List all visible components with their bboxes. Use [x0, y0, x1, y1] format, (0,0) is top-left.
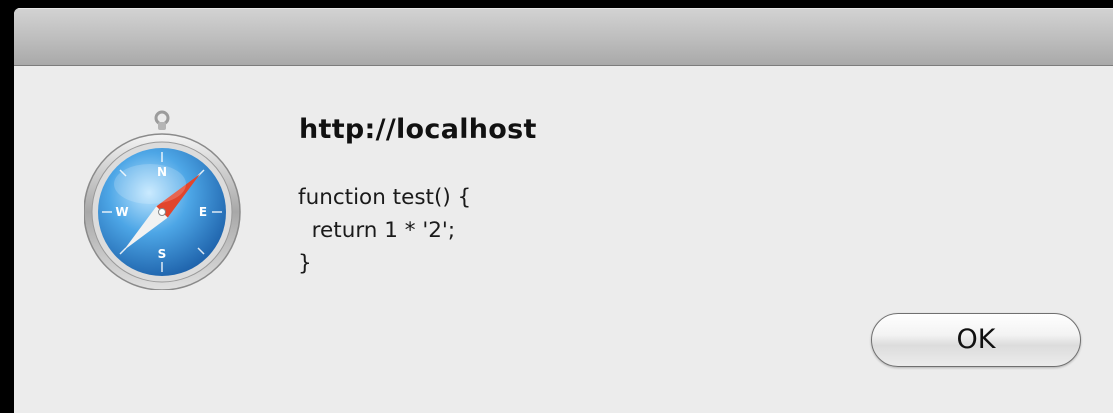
svg-text:W: W — [115, 205, 128, 219]
dialog-titlebar[interactable] — [14, 8, 1113, 66]
alert-dialog: N S W E http://localhost function test()… — [14, 8, 1113, 413]
safari-compass-icon: N S W E — [83, 106, 244, 291]
screen-background: N S W E http://localhost function test()… — [0, 0, 1113, 413]
svg-text:E: E — [199, 205, 207, 219]
dialog-message: function test() { return 1 * '2'; } — [298, 185, 472, 276]
titlebar-highlight — [14, 8, 1113, 9]
svg-text:S: S — [158, 247, 167, 261]
dialog-title: http://localhost — [299, 114, 537, 145]
ok-button[interactable]: OK — [871, 313, 1081, 367]
